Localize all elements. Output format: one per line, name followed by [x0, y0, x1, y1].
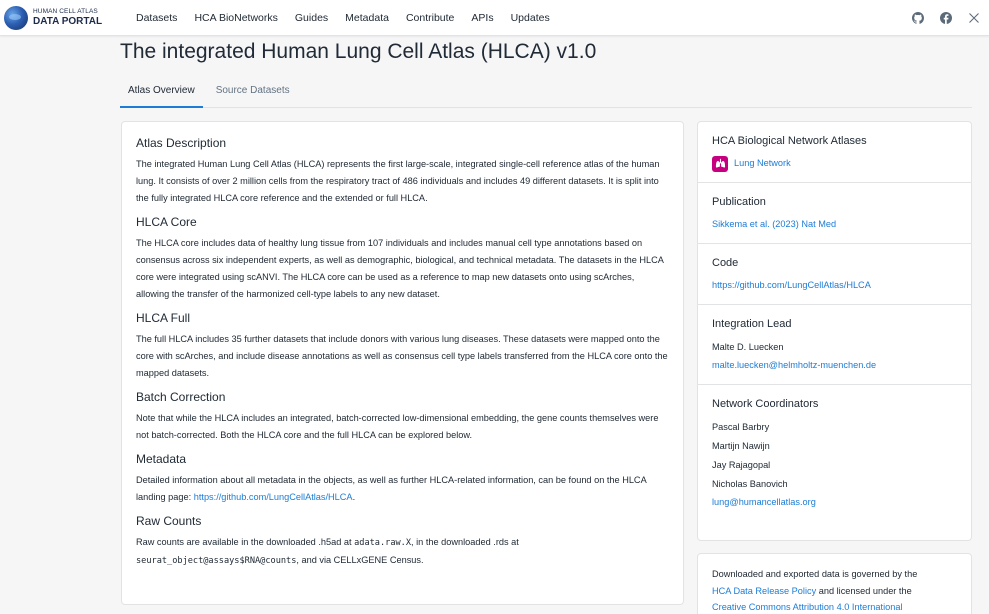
facebook-icon[interactable]: [939, 11, 953, 25]
metadata-text: Detailed information about all metadata …: [136, 472, 669, 506]
data-release-policy-link[interactable]: HCA Data Release Policy: [712, 586, 816, 596]
metadata-title: Metadata: [136, 452, 187, 466]
nav-guides[interactable]: Guides: [287, 12, 336, 24]
coordinators-section: Network Coordinators Pascal Barbry Marti…: [698, 385, 971, 521]
atlas-details-sidebar: HCA Biological Network Atlases Lung Netw…: [697, 121, 972, 541]
batch-correction-text: Note that while the HLCA includes an int…: [136, 413, 659, 440]
raw-counts-text: Raw counts are available in the download…: [136, 534, 669, 570]
coordinator-name: Jay Rajagopal: [712, 460, 771, 470]
coordinators-title: Network Coordinators: [712, 398, 819, 410]
hlca-landing-page-link[interactable]: https://github.com/LungCellAtlas/HLCA: [194, 492, 353, 502]
nav-updates[interactable]: Updates: [503, 12, 558, 24]
logo-text: HUMAN CELL ATLAS DATA PORTAL: [33, 9, 102, 27]
nav-metadata[interactable]: Metadata: [337, 12, 397, 24]
raw-counts-part2: , in the downloaded .rds at: [411, 537, 519, 547]
x-icon[interactable]: [967, 11, 981, 25]
hlca-core-title: HLCA Core: [136, 215, 197, 229]
publication-section: Publication Sikkema et al. (2023) Nat Me…: [698, 183, 971, 244]
publication-title: Publication: [712, 196, 766, 208]
social-links: [897, 0, 981, 36]
integration-lead-title: Integration Lead: [712, 318, 792, 330]
atlas-description-title: Atlas Description: [136, 136, 227, 150]
code-title: Code: [712, 257, 739, 269]
policy-text-part1: Downloaded and exported data is governed…: [712, 569, 918, 579]
lung-network-link[interactable]: Lung Network: [712, 155, 957, 172]
publication-link[interactable]: Sikkema et al. (2023) Nat Med: [712, 216, 957, 233]
lung-network-icon: [712, 155, 728, 172]
coordinator-name: Nicholas Banovich: [712, 479, 788, 489]
raw-counts-code-rds: seurat_object@assays$RNA@counts: [136, 556, 297, 566]
atlas-overview-card: Atlas Description The integrated Human L…: [121, 121, 684, 605]
integration-lead-name: Malte D. Luecken: [712, 342, 784, 352]
lung-network-label[interactable]: Lung Network: [734, 155, 791, 172]
networks-section: HCA Biological Network Atlases Lung Netw…: [698, 122, 971, 183]
raw-counts-title: Raw Counts: [136, 514, 202, 528]
policy-text-part2: and licensed under the: [816, 585, 912, 596]
github-icon[interactable]: [911, 11, 925, 25]
code-link[interactable]: https://github.com/LungCellAtlas/HLCA: [712, 277, 957, 294]
code-section: Code https://github.com/LungCellAtlas/HL…: [698, 244, 971, 305]
nav-apis[interactable]: APIs: [463, 12, 501, 24]
hlca-full-text: The full HLCA includes 35 further datase…: [136, 334, 668, 378]
nav-contribute[interactable]: Contribute: [398, 12, 462, 24]
logo-line2: DATA PORTAL: [33, 15, 103, 27]
cc-by-license-link[interactable]: Creative Commons Attribution 4.0 Interna…: [712, 602, 902, 612]
logo-line1: HUMAN CELL ATLAS: [33, 8, 98, 16]
raw-counts-code-h5ad: adata.raw.X: [354, 538, 412, 548]
integration-lead-section: Integration Lead Malte D. Luecken malte.…: [698, 305, 971, 385]
main-nav: Datasets HCA BioNetworks Guides Metadata…: [128, 0, 558, 36]
atlas-description-text: The integrated Human Lung Cell Atlas (HL…: [136, 159, 660, 203]
nav-hca-bionetworks[interactable]: HCA BioNetworks: [186, 12, 285, 24]
hlca-full-title: HLCA Full: [136, 311, 191, 325]
tab-bar: Atlas Overview Source Datasets: [120, 80, 972, 108]
coordinator-name: Pascal Barbry: [712, 422, 770, 432]
tab-atlas-overview[interactable]: Atlas Overview: [120, 80, 203, 108]
hca-data-portal-logo[interactable]: HUMAN CELL ATLAS DATA PORTAL: [4, 6, 102, 30]
top-header: HUMAN CELL ATLAS DATA PORTAL Datasets HC…: [0, 0, 989, 36]
globe-logo-icon: [4, 6, 28, 30]
nav-datasets[interactable]: Datasets: [128, 12, 185, 24]
raw-counts-part3: , and via CELLxGENE Census.: [296, 555, 424, 565]
batch-correction-title: Batch Correction: [136, 390, 226, 404]
coordinators-email-link[interactable]: lung@humancellatlas.org: [712, 494, 957, 511]
networks-title: HCA Biological Network Atlases: [712, 135, 867, 147]
raw-counts-part1: Raw counts are available in the download…: [136, 537, 355, 547]
hlca-core-text: The HLCA core includes data of healthy l…: [136, 238, 664, 299]
tab-source-datasets[interactable]: Source Datasets: [208, 80, 298, 108]
page-title: The integrated Human Lung Cell Atlas (HL…: [120, 40, 597, 63]
integration-lead-email-link[interactable]: malte.luecken@helmholtz-muenchen.de: [712, 357, 957, 374]
coordinator-name: Martijn Nawijn: [712, 441, 770, 451]
metadata-text-suffix: .: [352, 492, 356, 502]
data-policy-card: Downloaded and exported data is governed…: [697, 553, 972, 614]
